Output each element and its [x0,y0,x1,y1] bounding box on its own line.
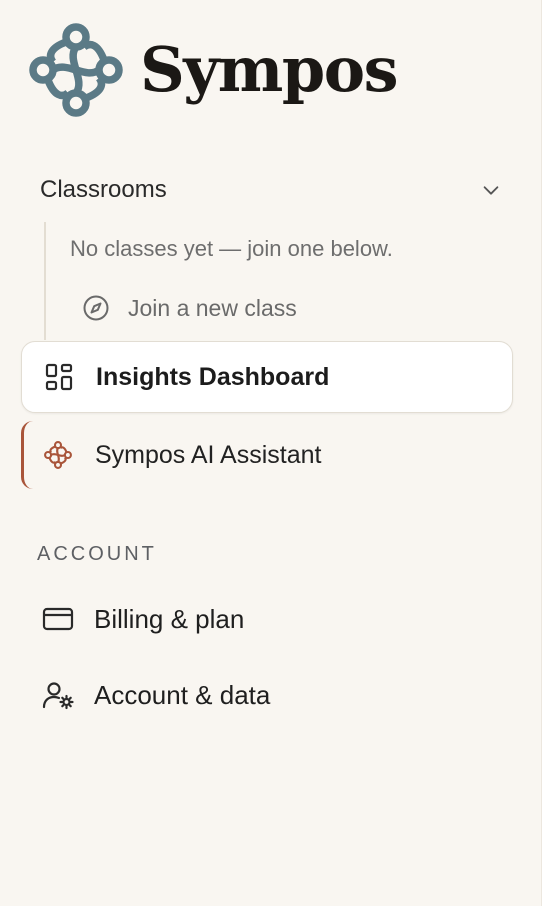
sympos-logo-icon [29,23,123,117]
billing-plan-label: Billing & plan [94,603,245,634]
compass-icon [83,295,109,321]
active-accent-bar [21,421,33,489]
classrooms-list: No classes yet — join one below. Join a … [44,222,484,340]
join-class-link[interactable]: Join a new class [82,288,297,328]
empty-classes-message: No classes yet — join one below. [70,236,393,261]
dashboard-grid-icon [45,363,73,391]
classrooms-label: Classrooms [40,176,167,203]
classrooms-toggle[interactable]: Classrooms [20,166,512,214]
user-settings-icon [42,682,74,710]
join-class-label: Join a new class [128,294,297,321]
account-heading: ACCOUNT [37,543,157,565]
nav-insights-dashboard[interactable]: Insights Dashboard [21,341,513,413]
account-data-label: Account & data [94,679,271,710]
chevron-down-icon[interactable] [480,179,502,201]
nav-assistant-label: Sympos AI Assistant [95,440,322,469]
sympos-knot-icon [44,441,72,469]
nav-insights-label: Insights Dashboard [96,362,330,391]
billing-plan-link[interactable]: Billing & plan [21,589,513,649]
brand[interactable]: Sympos [26,20,399,120]
sidebar: Sympos Classrooms No classes yet — join … [0,0,542,906]
credit-card-icon [42,607,74,631]
brand-name: Sympos [140,33,399,106]
nav-ai-assistant[interactable]: Sympos AI Assistant [21,419,513,491]
account-data-link[interactable]: Account & data [21,665,513,725]
